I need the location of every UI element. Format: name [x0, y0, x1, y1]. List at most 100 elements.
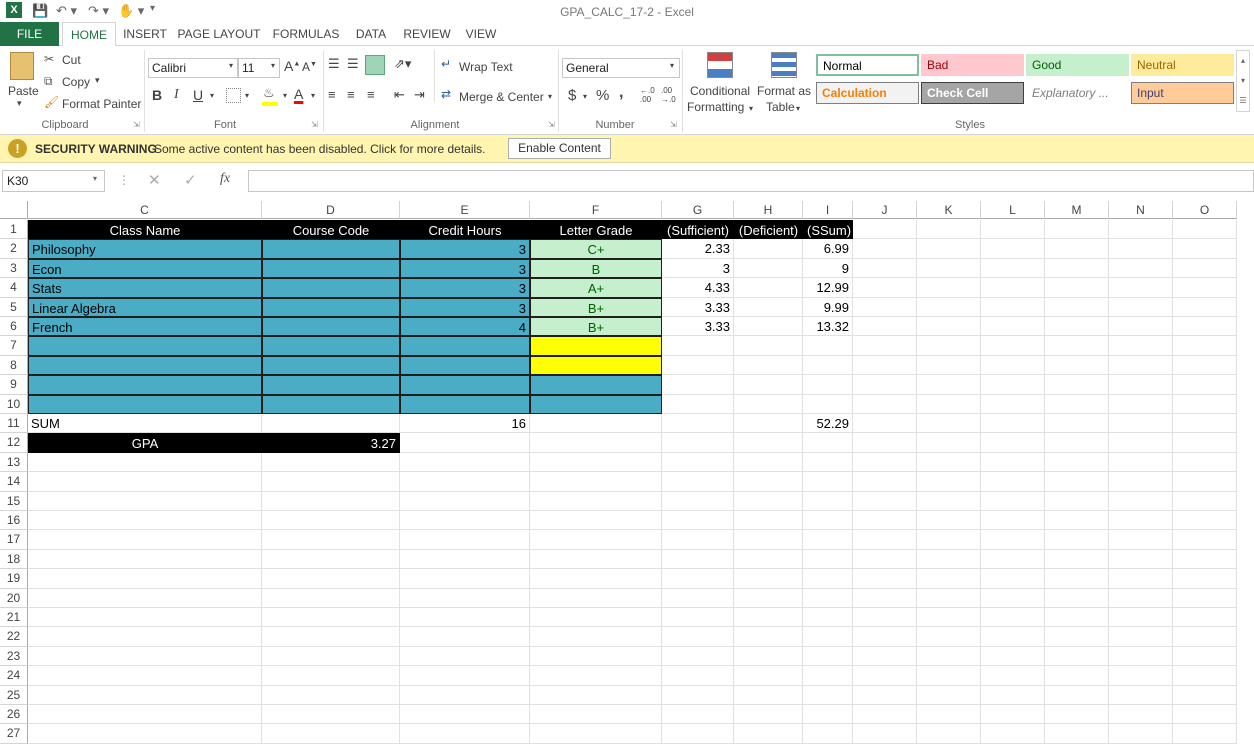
header-cell[interactable]: Course Code [262, 220, 400, 240]
enter-icon[interactable]: ✓ [184, 171, 197, 189]
cell[interactable] [853, 433, 917, 453]
cell[interactable] [1109, 336, 1173, 356]
number-launcher-icon[interactable]: ⇲ [670, 120, 677, 129]
empty-class-cell[interactable] [400, 394, 530, 414]
cell[interactable] [1109, 549, 1173, 570]
empty-class-cell[interactable] [28, 375, 262, 395]
empty-class-cell[interactable] [28, 336, 262, 356]
cell[interactable] [400, 530, 530, 550]
cell[interactable] [734, 627, 803, 647]
cell[interactable] [28, 685, 262, 705]
cell[interactable] [1109, 511, 1173, 531]
cell[interactable] [853, 608, 917, 628]
cell[interactable] [1109, 666, 1173, 686]
copy-dropdown-icon[interactable]: ▾ [95, 75, 100, 86]
cell[interactable] [28, 627, 262, 647]
cell[interactable] [917, 549, 981, 570]
cell[interactable] [917, 297, 981, 317]
row-header-15[interactable]: 15 [0, 491, 28, 511]
column-header-c[interactable]: C [28, 201, 262, 219]
cell[interactable] [400, 433, 530, 453]
cell[interactable] [1173, 452, 1237, 473]
cell[interactable] [662, 705, 734, 725]
cell[interactable] [1045, 433, 1109, 453]
row-header-1[interactable]: 1 [0, 220, 28, 240]
cell[interactable] [28, 549, 262, 570]
fill-color-dropdown-icon[interactable]: ▾ [283, 91, 287, 100]
alignment-launcher-icon[interactable]: ⇲ [548, 120, 555, 129]
cell[interactable] [734, 530, 803, 550]
underline-dropdown-icon[interactable]: ▾ [210, 91, 214, 100]
cell[interactable] [981, 472, 1045, 492]
spreadsheet-grid[interactable]: CDEFGHIJKLMNO 1 2 3 4 5 6 7 8 9 10 11 12 13 14 15 16 17 1… [0, 201, 1254, 749]
cell[interactable] [917, 239, 981, 259]
cell[interactable] [1109, 627, 1173, 647]
table-cell-grade[interactable]: B+ [530, 297, 662, 317]
style-check-cell[interactable]: Check Cell [921, 82, 1024, 104]
cell[interactable] [530, 433, 662, 453]
cell[interactable] [1173, 608, 1237, 628]
cell[interactable] [400, 472, 530, 492]
row-header-14[interactable]: 14 [0, 472, 28, 492]
cell[interactable] [981, 355, 1045, 376]
cell[interactable] [803, 608, 853, 628]
cell[interactable] [400, 724, 530, 744]
row-header-20[interactable]: 20 [0, 588, 28, 608]
gpa-value[interactable]: 3.27 [262, 433, 400, 453]
cell[interactable] [917, 646, 981, 667]
cell[interactable] [917, 375, 981, 395]
clipboard-launcher-icon[interactable]: ⇲ [133, 120, 140, 129]
sum-label[interactable]: SUM [28, 414, 262, 434]
percent-button[interactable]: % [596, 87, 609, 104]
row-header-5[interactable]: 5 [0, 297, 28, 317]
cell[interactable] [853, 355, 917, 376]
cell[interactable] [981, 511, 1045, 531]
cell[interactable] [1045, 220, 1109, 240]
cell[interactable] [917, 724, 981, 744]
cell[interactable] [1109, 472, 1173, 492]
select-all-button[interactable] [0, 201, 28, 219]
style-explanatory[interactable]: Explanatory ... [1026, 82, 1129, 104]
cell[interactable] [803, 569, 853, 589]
cell[interactable] [853, 297, 917, 317]
cell[interactable] [1109, 433, 1173, 453]
cell[interactable] [662, 685, 734, 705]
cell[interactable] [530, 685, 662, 705]
align-right-icon[interactable]: ≡ [367, 87, 375, 102]
row-header-13[interactable]: 13 [0, 452, 28, 473]
cell[interactable] [262, 685, 400, 705]
cell[interactable] [917, 355, 981, 376]
cell[interactable] [1045, 414, 1109, 434]
row-header-21[interactable]: 21 [0, 608, 28, 628]
cell[interactable] [400, 452, 530, 473]
cell[interactable] [530, 666, 662, 686]
cell[interactable] [1173, 705, 1237, 725]
borders-dropdown-icon[interactable]: ▾ [245, 91, 249, 100]
cell[interactable] [400, 491, 530, 511]
cell[interactable] [853, 220, 917, 240]
underline-button[interactable]: U [193, 87, 203, 103]
cell[interactable] [28, 491, 262, 511]
cell[interactable] [1109, 646, 1173, 667]
cell[interactable] [1045, 724, 1109, 744]
cell[interactable] [734, 452, 803, 473]
cell[interactable] [803, 375, 853, 395]
cell[interactable] [1045, 608, 1109, 628]
cell[interactable] [1173, 355, 1237, 376]
column-header-h[interactable]: H [734, 201, 803, 219]
cell[interactable] [662, 646, 734, 667]
cell[interactable] [803, 336, 853, 356]
cell[interactable] [803, 394, 853, 414]
cell[interactable] [1109, 530, 1173, 550]
cell[interactable] [981, 336, 1045, 356]
cell[interactable] [400, 511, 530, 531]
cell[interactable] [28, 472, 262, 492]
decrease-decimal-icon[interactable]: .00 →.0 [661, 86, 676, 104]
style-calculation[interactable]: Calculation [816, 82, 919, 104]
cell[interactable] [28, 608, 262, 628]
empty-class-cell[interactable] [400, 375, 530, 395]
cell[interactable] [1109, 569, 1173, 589]
cell[interactable] [853, 685, 917, 705]
empty-grade-cell[interactable] [530, 336, 662, 356]
cell[interactable] [803, 549, 853, 570]
